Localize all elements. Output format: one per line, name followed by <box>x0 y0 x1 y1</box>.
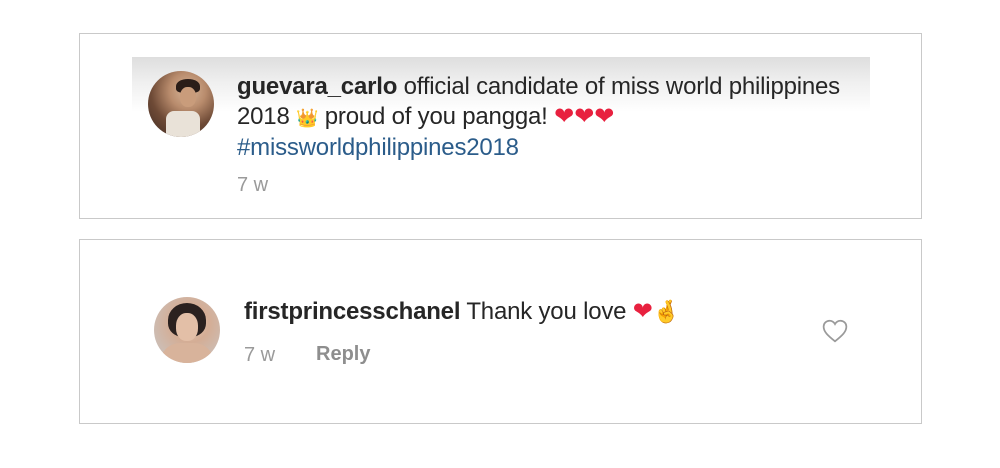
hashtag-link[interactable]: #missworldphilippines2018 <box>237 134 519 161</box>
username-link[interactable]: guevara_carlo <box>237 73 397 100</box>
crown-emoji: 👑 <box>296 108 319 128</box>
avatar[interactable] <box>148 71 214 137</box>
caption-text-part2: proud of you pangga! <box>318 103 555 130</box>
comment-text: firstprincesschanel Thank you love ❤🤞 <box>244 297 680 327</box>
reply-button[interactable]: Reply <box>316 343 370 366</box>
avatar[interactable] <box>154 297 220 363</box>
caption-text: guevara_carlo official candidate of miss… <box>237 72 877 163</box>
post-timestamp[interactable]: 7 w <box>237 174 268 197</box>
heart-emoji: ❤ <box>632 298 653 325</box>
comment-body: Thank you love <box>460 298 633 325</box>
hearts-emoji: ❤❤❤ <box>554 103 615 130</box>
post-caption-card: guevara_carlo official candidate of miss… <box>79 33 922 219</box>
comment-card: firstprincesschanel Thank you love ❤🤞 7 … <box>79 239 922 424</box>
comment-timestamp[interactable]: 7 w <box>244 344 275 367</box>
crossed-fingers-emoji: 🤞 <box>652 299 680 324</box>
heart-outline-icon[interactable] <box>822 319 848 343</box>
username-link[interactable]: firstprincesschanel <box>244 298 460 325</box>
